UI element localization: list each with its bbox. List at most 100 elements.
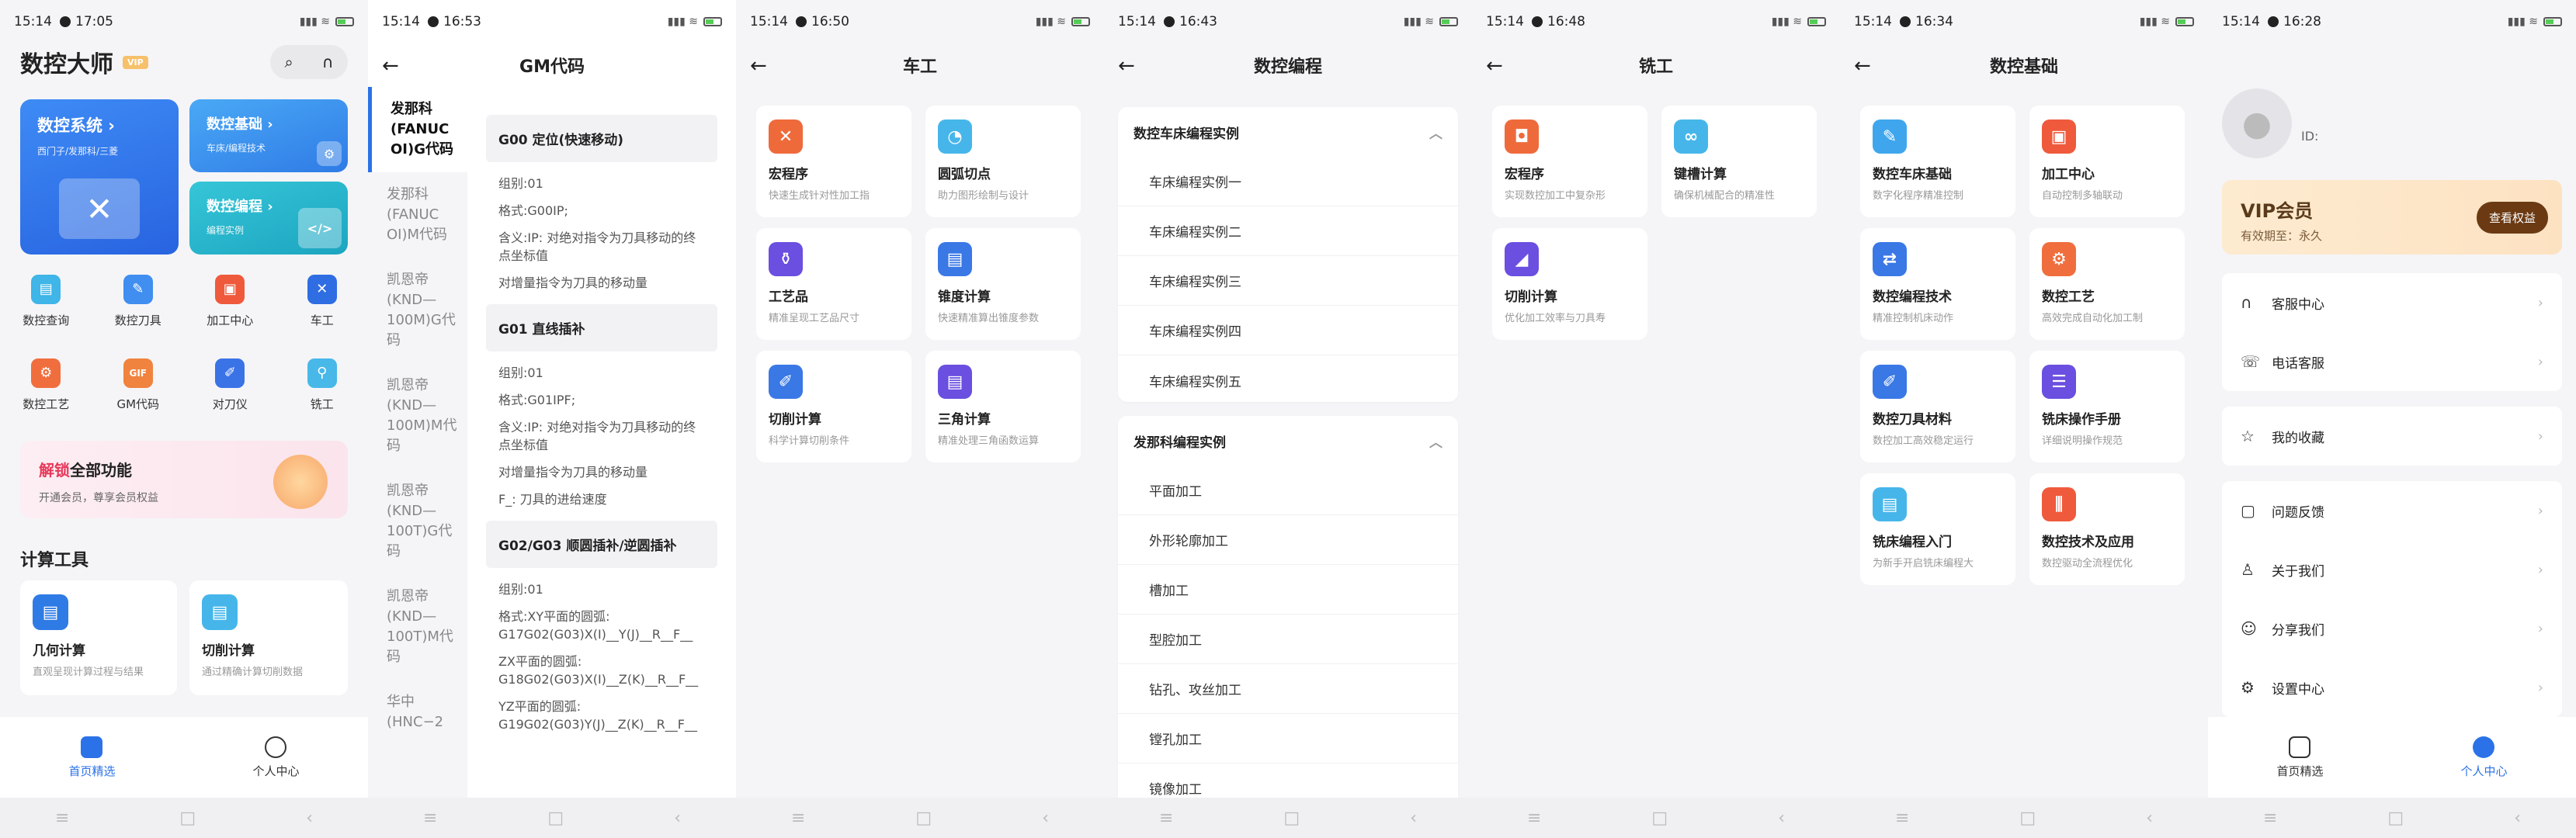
square-icon[interactable]: □ <box>915 809 932 828</box>
section-header[interactable]: 发那科编程实例 ︿ <box>1118 416 1458 466</box>
menu-icon[interactable]: ≡ <box>55 809 69 828</box>
card-lathe-basics[interactable]: ✎ 数控车床基础 数字化程序精准控制 <box>1860 106 2015 217</box>
sidebar-item-knd100m-m[interactable]: 凯恩帝(KND—100M)M代码 <box>368 363 467 469</box>
card-cutting[interactable]: ◢ 切削计算 优化加工效率与刀具寿 <box>1492 228 1647 340</box>
back-arrow-icon[interactable]: ← <box>1486 54 1503 78</box>
headset-icon[interactable]: ∩ <box>322 53 334 71</box>
card-craft[interactable]: ⚱ 工艺品 精准呈现工艺品尺寸 <box>756 228 911 340</box>
avatar[interactable]: ● <box>2222 88 2292 158</box>
menu-icon[interactable]: ≡ <box>423 809 437 828</box>
banner-programming[interactable]: 数控编程 › 编程实例 </> <box>189 182 348 255</box>
unlock-banner[interactable]: 解锁全部功能 开通会员，尊享会员权益 <box>20 441 348 518</box>
back-arrow-icon[interactable]: ← <box>1854 54 1871 78</box>
tab-me[interactable]: 个人中心 <box>252 736 300 779</box>
menu-phone-service[interactable]: ☏ 电话客服 › <box>2222 332 2562 391</box>
sidebar-item-hnc[interactable]: 华中(HNC−2 <box>368 680 467 745</box>
banner-basics[interactable]: 数控基础 › 车床/编程技术 ⚙ <box>189 99 348 172</box>
grid-item-tools[interactable]: ✎ 数控刀具 <box>92 259 185 343</box>
menu-icon[interactable]: ≡ <box>2263 809 2277 828</box>
square-icon[interactable]: □ <box>1283 809 1300 828</box>
back-icon[interactable]: ‹ <box>2514 809 2521 828</box>
tab-me[interactable]: 个人中心 <box>2460 736 2508 779</box>
card-arc-tangent[interactable]: ◔ 圆弧切点 助力图形绘制与设计 <box>925 106 1081 217</box>
list-item[interactable]: 型腔加工 <box>1118 615 1458 664</box>
section-header[interactable]: 数控车床编程实例 ︿ <box>1118 107 1458 157</box>
grid-item-query[interactable]: ▤ 数控查询 <box>0 259 92 343</box>
search-icon[interactable]: ⌕ <box>285 53 293 71</box>
back-icon[interactable]: ‹ <box>2146 809 2153 828</box>
menu-icon[interactable]: ≡ <box>1159 809 1173 828</box>
section-lathe-examples: 数控车床编程实例 ︿ 车床编程实例一 车床编程实例二 车床编程实例三 车床编程实例… <box>1118 107 1458 402</box>
card-macro[interactable]: ✕ 宏程序 快速生成针对性加工指 <box>756 106 911 217</box>
card-mill-intro[interactable]: ▤ 铣床编程入门 为新手开启铣床编程大 <box>1860 473 2015 585</box>
back-icon[interactable]: ‹ <box>306 809 313 828</box>
list-item[interactable]: 车床编程实例三 <box>1118 256 1458 306</box>
square-icon[interactable]: □ <box>2019 809 2036 828</box>
grid-item-milling[interactable]: ⚲ 铣工 <box>276 343 369 427</box>
back-icon[interactable]: ‹ <box>1410 809 1417 828</box>
nav-bar: ← 车工 <box>736 43 1104 87</box>
sidebar-item-knd100t-m[interactable]: 凯恩帝(KND—100T)M代码 <box>368 574 467 680</box>
grid-item-tool-setter[interactable]: ✐ 对刀仪 <box>184 343 276 427</box>
card-cutting[interactable]: ✐ 切削计算 科学计算切削条件 <box>756 351 911 462</box>
back-arrow-icon[interactable]: ← <box>1118 54 1135 78</box>
calc-card-geometry[interactable]: ▤ 几何计算 直观呈现计算过程与结果 <box>20 580 177 695</box>
list-item[interactable]: 槽加工 <box>1118 565 1458 615</box>
machine-icon: ▣ <box>215 274 245 304</box>
sidebar-item-fanuc-g[interactable]: 发那科(FANUC OI)G代码 <box>368 87 467 172</box>
card-tool-materials[interactable]: ✐ 数控刀具材料 数控加工高效稳定运行 <box>1860 351 2015 462</box>
banner-system[interactable]: 数控系统 › 西门子/发那科/三菱 ✕ <box>20 99 179 255</box>
calc-card-cutting[interactable]: ▤ 切削计算 通过精确计算切削数据 <box>189 580 348 695</box>
menu-favorites[interactable]: ☆ 我的收藏 › <box>2222 407 2562 466</box>
list-item[interactable]: 车床编程实例五 <box>1118 355 1458 405</box>
list-item[interactable]: 车床编程实例一 <box>1118 157 1458 206</box>
square-icon[interactable]: □ <box>1651 809 1668 828</box>
card-programming-tech[interactable]: ⇄ 数控编程技术 精准控制机床动作 <box>1860 228 2015 340</box>
back-icon[interactable]: ‹ <box>674 809 681 828</box>
card-mill-manual[interactable]: ☰ 铣床操作手册 详细说明操作规范 <box>2029 351 2185 462</box>
back-icon[interactable]: ‹ <box>1042 809 1049 828</box>
back-icon[interactable]: ‹ <box>1778 809 1785 828</box>
list-item[interactable]: 车床编程实例四 <box>1118 306 1458 355</box>
list-item[interactable]: 车床编程实例二 <box>1118 206 1458 256</box>
menu-customer-service[interactable]: ∩ 客服中心 › <box>2222 273 2562 332</box>
card-keyway[interactable]: ∞ 键槽计算 确保机械配合的精准性 <box>1661 106 1817 217</box>
square-icon[interactable]: □ <box>179 809 196 828</box>
menu-about[interactable]: ♙ 关于我们 › <box>2222 540 2562 599</box>
card-machining-center[interactable]: ▣ 加工中心 自动控制多轴联动 <box>2029 106 2185 217</box>
menu-feedback[interactable]: ▢ 问题反馈 › <box>2222 481 2562 540</box>
card-macro[interactable]: ◘ 宏程序 实现数控加工中复杂形 <box>1492 106 1647 217</box>
menu-icon[interactable]: ≡ <box>791 809 805 828</box>
back-arrow-icon[interactable]: ← <box>750 54 767 78</box>
feedback-icon: ▢ <box>2241 501 2255 520</box>
grid-item-machining-center[interactable]: ▣ 加工中心 <box>184 259 276 343</box>
view-benefits-button[interactable]: 查看权益 <box>2476 202 2548 234</box>
cut-icon: ◢ <box>1505 242 1539 276</box>
grid-item-lathe[interactable]: ✕ 车工 <box>276 259 369 343</box>
grid-item-gm-code[interactable]: GIF GM代码 <box>92 343 185 427</box>
sidebar-item-knd100m-g[interactable]: 凯恩帝(KND—100M)G代码 <box>368 258 467 363</box>
list-item[interactable]: 外形轮廓加工 <box>1118 515 1458 565</box>
menu-icon[interactable]: ≡ <box>1895 809 1909 828</box>
tab-home[interactable]: 首页精选 <box>2276 736 2324 779</box>
menu-share[interactable]: ☺ 分享我们 › <box>2222 599 2562 658</box>
grid-label: 铣工 <box>310 396 334 411</box>
sidebar-item-knd100t-g[interactable]: 凯恩帝(KND—100T)G代码 <box>368 469 467 574</box>
card-process[interactable]: ⚙ 数控工艺 高效完成自动化加工制 <box>2029 228 2185 340</box>
list-icon: ☰ <box>2042 365 2076 399</box>
list-item[interactable]: 钻孔、攻丝加工 <box>1118 664 1458 714</box>
square-icon[interactable]: □ <box>547 809 564 828</box>
tab-bar: 首页精选 个人中心 <box>0 717 368 798</box>
grid-item-process[interactable]: ⚙ 数控工艺 <box>0 343 92 427</box>
menu-settings[interactable]: ⚙ 设置中心 › <box>2222 658 2562 717</box>
card-trig[interactable]: ▤ 三角计算 精准处理三角函数运算 <box>925 351 1081 462</box>
menu-icon[interactable]: ≡ <box>1527 809 1541 828</box>
card-tech-applications[interactable]: ⫼ 数控技术及应用 数控驱动全流程优化 <box>2029 473 2185 585</box>
card-taper[interactable]: ▤ 锥度计算 快速精准算出锥度参数 <box>925 228 1081 340</box>
list-item[interactable]: 镗孔加工 <box>1118 714 1458 764</box>
back-arrow-icon[interactable]: ← <box>382 54 399 78</box>
list-item[interactable]: 平面加工 <box>1118 466 1458 515</box>
tab-home[interactable]: 首页精选 <box>68 736 116 779</box>
sidebar-item-fanuc-m[interactable]: 发那科(FANUC OI)M代码 <box>368 172 467 258</box>
square-icon[interactable]: □ <box>2387 809 2404 828</box>
